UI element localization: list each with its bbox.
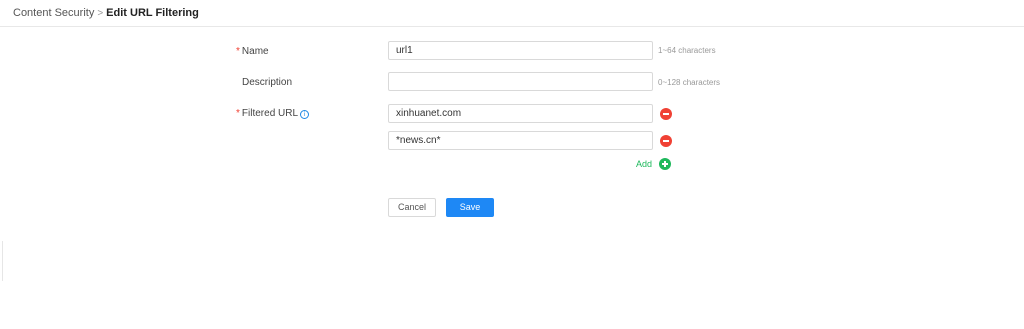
minus-circle-icon[interactable]	[660, 108, 672, 120]
cancel-button[interactable]: Cancel	[388, 198, 436, 217]
description-hint: 0~128 characters	[658, 78, 721, 87]
breadcrumb-separator: >	[97, 8, 104, 19]
filtered-url-label: * Filtered URL i	[236, 107, 310, 121]
add-url-link[interactable]: Add	[636, 158, 652, 170]
description-label: Description	[242, 77, 293, 88]
info-circle-icon[interactable]: i	[300, 110, 310, 119]
page-header: Content Security > Edit URL Filtering	[0, 0, 1024, 27]
name-label: * Name	[236, 45, 269, 59]
plus-circle-icon[interactable]	[659, 158, 671, 170]
filtered-url-input-2[interactable]	[388, 131, 653, 150]
description-input[interactable]	[388, 72, 653, 91]
minus-circle-icon[interactable]	[660, 135, 672, 147]
name-hint: 1~64 characters	[658, 46, 716, 55]
required-mark: *	[236, 46, 240, 57]
filtered-url-input-1[interactable]	[388, 104, 653, 123]
filtered-url-label-text: Filtered URL	[241, 108, 299, 119]
breadcrumb-parent-link[interactable]: Content Security	[13, 7, 94, 19]
required-mark: *	[236, 108, 240, 119]
save-button[interactable]: Save	[446, 198, 494, 217]
name-label-text: Name	[241, 46, 269, 57]
breadcrumb: Content Security > Edit URL Filtering	[13, 6, 199, 21]
page-title: Edit URL Filtering	[106, 7, 199, 19]
left-edge-divider	[2, 241, 3, 281]
name-input[interactable]	[388, 41, 653, 60]
